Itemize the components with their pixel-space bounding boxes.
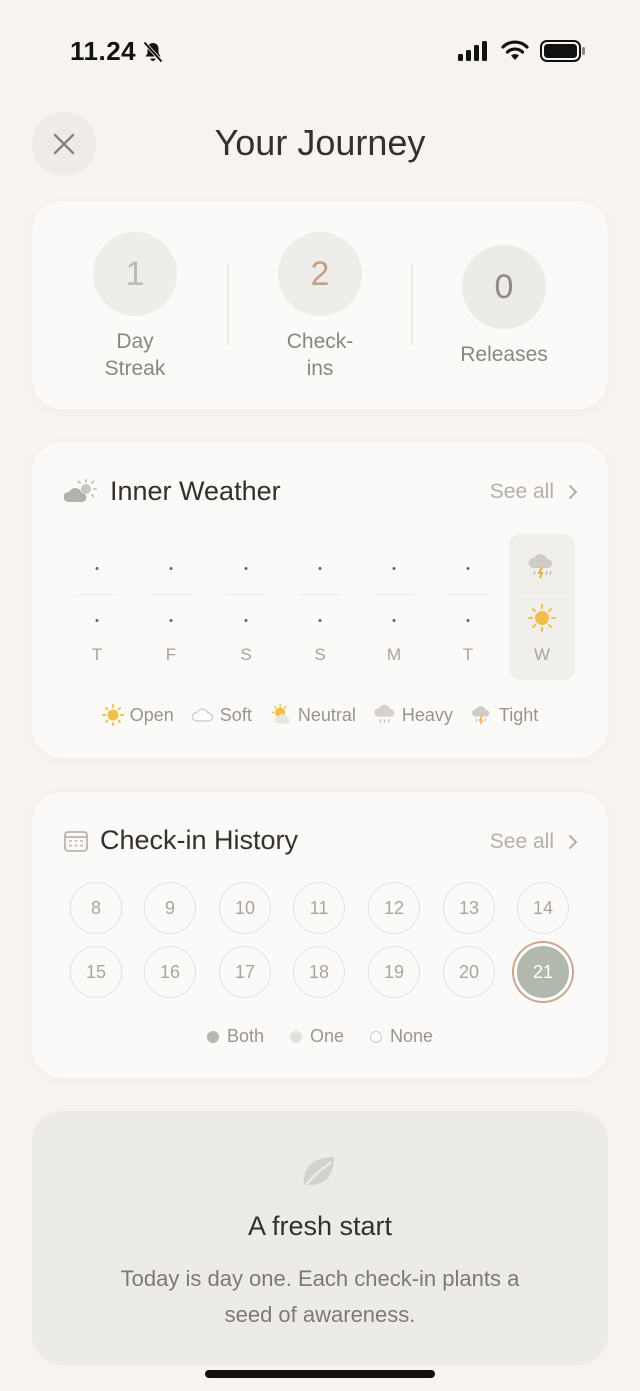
see-all-link[interactable]: See all bbox=[490, 480, 578, 504]
stat-value-circle: 2 bbox=[278, 232, 362, 316]
sun-icon bbox=[528, 604, 556, 632]
legend-dot bbox=[370, 1030, 383, 1043]
date-cell[interactable]: 17 bbox=[219, 946, 271, 998]
weather-day[interactable]: F bbox=[143, 538, 199, 678]
legend-item: Heavy bbox=[374, 704, 453, 726]
chevron-right-icon bbox=[569, 485, 578, 499]
date-cell[interactable]: 14 bbox=[517, 882, 569, 934]
stat-check-ins: 2 Check- ins bbox=[250, 232, 390, 382]
stat-value-circle: 1 bbox=[93, 232, 177, 316]
divider bbox=[411, 265, 413, 345]
date-cell[interactable]: 8 bbox=[70, 882, 122, 934]
history-legend: Both One None bbox=[32, 1026, 608, 1047]
divider bbox=[227, 265, 229, 345]
status-bar: 11.24 bbox=[0, 0, 640, 100]
legend-item: One bbox=[289, 1026, 344, 1047]
date-cell[interactable]: 9 bbox=[144, 882, 196, 934]
legend-item: Soft bbox=[191, 704, 252, 726]
date-cell[interactable]: 13 bbox=[443, 882, 495, 934]
stat-day-streak: 1 Day Streak bbox=[65, 232, 205, 382]
weather-day[interactable]: S bbox=[292, 538, 348, 678]
weather-day[interactable]: M bbox=[366, 538, 422, 678]
weather-day[interactable]: S bbox=[218, 538, 274, 678]
sun-icon bbox=[101, 704, 124, 726]
sun-cloud-icon bbox=[271, 704, 290, 724]
card-title: Inner Weather bbox=[110, 476, 281, 506]
rain-icon bbox=[374, 704, 395, 723]
stat-label: Day Streak bbox=[104, 330, 166, 380]
page-title: Your Journey bbox=[214, 122, 426, 163]
cellular-signal-icon bbox=[458, 41, 487, 61]
card-title: Check-in History bbox=[100, 825, 299, 855]
date-cell-today[interactable]: 21 bbox=[514, 943, 572, 1001]
date-cell[interactable]: 16 bbox=[144, 946, 196, 998]
stat-releases: 0 Releases bbox=[434, 245, 574, 368]
stat-value-circle: 0 bbox=[462, 245, 546, 329]
weather-legend: Open Soft Neutral Heavy Tight bbox=[32, 704, 608, 726]
legend-dot bbox=[206, 1030, 219, 1043]
cloud-icon bbox=[191, 708, 213, 722]
date-cell[interactable]: 15 bbox=[70, 946, 122, 998]
bell-muted-icon bbox=[143, 41, 163, 63]
chevron-right-icon bbox=[569, 835, 578, 849]
see-all-link[interactable]: See all bbox=[490, 830, 578, 854]
inner-weather-card: Inner Weather See all T F S S M T W Open… bbox=[32, 442, 608, 758]
stat-label: Check- ins bbox=[286, 330, 354, 380]
legend-item: Open bbox=[101, 704, 174, 726]
leaf-icon bbox=[303, 1157, 334, 1187]
stats-card: 1 Day Streak 2 Check- ins 0 Releases bbox=[32, 201, 608, 409]
weather-icon bbox=[64, 478, 97, 502]
date-cell[interactable]: 20 bbox=[443, 946, 495, 998]
fresh-start-text: Today is day one. Each check-in plants a… bbox=[120, 1266, 520, 1327]
fresh-start-card: A fresh start Today is day one. Each che… bbox=[32, 1111, 608, 1365]
stat-label: Releases bbox=[460, 343, 548, 366]
legend-dot bbox=[289, 1030, 302, 1043]
card-header: Check-in History bbox=[64, 825, 298, 856]
fresh-start-title: A fresh start bbox=[247, 1211, 393, 1241]
home-indicator[interactable] bbox=[205, 1370, 435, 1378]
date-cell[interactable]: 10 bbox=[219, 882, 271, 934]
storm-icon bbox=[471, 706, 490, 725]
legend-item: Neutral bbox=[270, 704, 356, 726]
weather-day-today[interactable]: W bbox=[509, 534, 575, 680]
legend-item: Tight bbox=[471, 704, 538, 726]
status-time: 11.24 bbox=[70, 36, 137, 66]
date-cell[interactable]: 12 bbox=[368, 882, 420, 934]
check-in-history-card: Check-in History See all 8 9 10 11 12 13… bbox=[32, 792, 608, 1078]
date-cell[interactable]: 19 bbox=[368, 946, 420, 998]
calendar-icon bbox=[64, 830, 88, 852]
date-cell[interactable]: 18 bbox=[293, 946, 345, 998]
battery-icon bbox=[540, 40, 585, 62]
wifi-icon bbox=[501, 40, 529, 60]
legend-item: Both bbox=[206, 1026, 264, 1047]
card-header: Inner Weather bbox=[64, 476, 281, 507]
weather-day[interactable]: T bbox=[440, 538, 496, 678]
legend-item: None bbox=[370, 1026, 433, 1047]
storm-icon bbox=[528, 554, 553, 579]
date-cell[interactable]: 11 bbox=[293, 882, 345, 934]
weather-day[interactable]: T bbox=[69, 538, 125, 678]
